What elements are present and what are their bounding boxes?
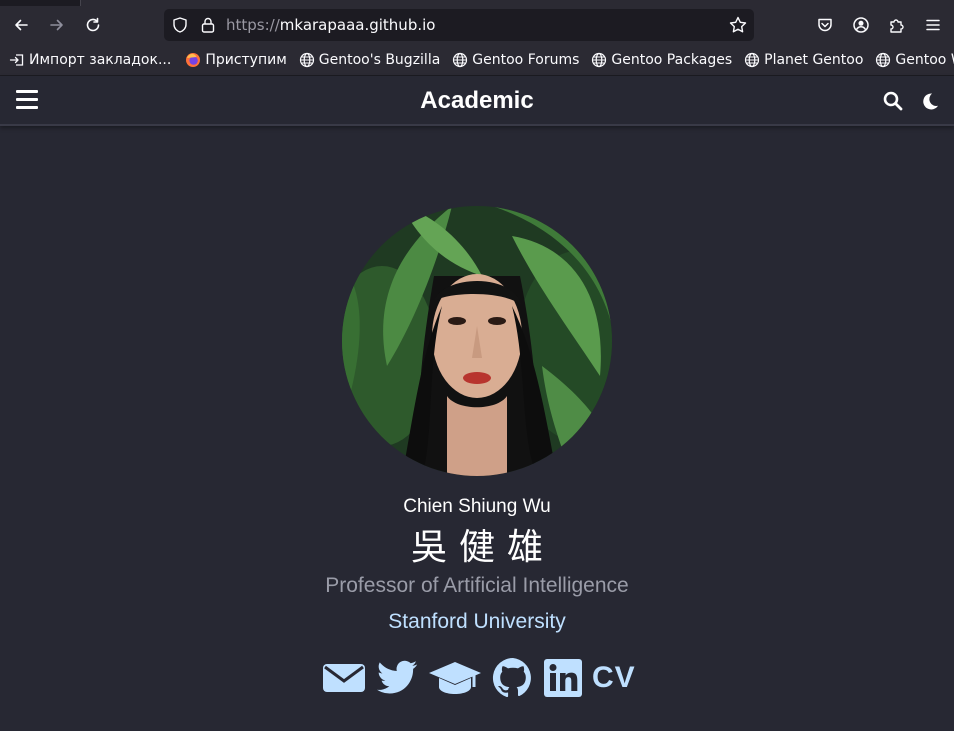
extensions-button[interactable] bbox=[882, 10, 912, 40]
menu-icon bbox=[926, 19, 940, 31]
profile-name: Chien Shiung Wu bbox=[403, 496, 551, 517]
bookmark-label: Импорт закладок... bbox=[29, 51, 172, 68]
globe-icon bbox=[591, 52, 607, 68]
shield-icon[interactable] bbox=[171, 16, 189, 34]
bookmark-label: Gentoo Forums bbox=[472, 51, 580, 68]
linkedin-icon bbox=[544, 659, 582, 697]
globe-icon bbox=[299, 52, 315, 68]
globe-icon bbox=[452, 52, 468, 68]
reload-icon bbox=[86, 17, 100, 32]
puzzle-icon bbox=[890, 19, 904, 33]
profile-organization[interactable]: Stanford University bbox=[0, 610, 954, 634]
arrow-right-icon bbox=[50, 19, 63, 31]
bookmark-label: Gentoo Wiki bbox=[895, 51, 954, 68]
twitter-link[interactable] bbox=[376, 656, 418, 700]
bookmark-gentoo-wiki[interactable]: Gentoo Wiki bbox=[875, 47, 954, 73]
moon-icon[interactable] bbox=[919, 90, 941, 112]
bookmark-get-started[interactable]: Приступим bbox=[185, 47, 292, 73]
bookmarks-toolbar: Импорт закладок... Приступим Gentoo's Bu… bbox=[0, 44, 954, 76]
avatar bbox=[342, 206, 612, 476]
bookmark-planet-gentoo[interactable]: Planet Gentoo bbox=[744, 47, 869, 73]
envelope-icon bbox=[323, 664, 365, 692]
pocket-button[interactable] bbox=[810, 10, 840, 40]
profile-name-chinese: 吳健雄 bbox=[410, 527, 555, 568]
bookmark-import[interactable]: Импорт закладок... bbox=[9, 47, 177, 73]
profile-role: Professor of Artificial Intelligence bbox=[325, 574, 629, 597]
email-link[interactable] bbox=[322, 656, 366, 700]
url-host: mkarapaaa.github.io bbox=[279, 16, 436, 34]
bookmark-label: Приступим bbox=[205, 51, 287, 68]
bookmark-gentoo-packages[interactable]: Gentoo Packages bbox=[591, 47, 738, 73]
portrait-photo bbox=[342, 206, 612, 476]
social-links: CV bbox=[322, 656, 636, 700]
bookmark-star-icon[interactable] bbox=[728, 15, 748, 35]
url-bar[interactable]: https://mkarapaaa.github.io bbox=[164, 9, 754, 41]
bookmark-gentoo-bugzilla[interactable]: Gentoo's Bugzilla bbox=[299, 47, 447, 73]
reload-button[interactable] bbox=[78, 10, 108, 40]
account-icon bbox=[853, 17, 869, 33]
pocket-icon bbox=[818, 18, 832, 32]
twitter-icon bbox=[377, 660, 418, 694]
arrow-left-icon bbox=[15, 19, 28, 31]
account-button[interactable] bbox=[846, 10, 876, 40]
forward-button[interactable] bbox=[42, 10, 72, 40]
google-scholar-link[interactable] bbox=[428, 656, 482, 700]
site-title[interactable]: Academic bbox=[0, 87, 954, 115]
bookmark-label: Planet Gentoo bbox=[764, 51, 864, 68]
cv-link[interactable]: CV bbox=[592, 656, 636, 700]
graduation-cap-icon bbox=[429, 662, 481, 694]
bookmark-label: Gentoo Packages bbox=[611, 51, 733, 68]
import-icon bbox=[9, 52, 25, 68]
menu-button[interactable] bbox=[918, 10, 948, 40]
cv-icon: CV bbox=[592, 661, 636, 694]
search-icon[interactable] bbox=[882, 90, 904, 112]
linkedin-link[interactable] bbox=[544, 656, 582, 700]
site-navbar: Academic bbox=[0, 76, 954, 126]
back-button[interactable] bbox=[6, 10, 36, 40]
lock-icon[interactable] bbox=[199, 16, 217, 34]
globe-icon bbox=[744, 52, 760, 68]
url-text[interactable]: https://mkarapaaa.github.io bbox=[226, 16, 435, 34]
globe-icon bbox=[875, 52, 891, 68]
browser-toolbar: https://mkarapaaa.github.io bbox=[0, 6, 954, 44]
github-icon bbox=[492, 657, 531, 698]
bookmark-gentoo-forums[interactable]: Gentoo Forums bbox=[452, 47, 585, 73]
url-protocol: https:// bbox=[226, 16, 280, 34]
firefox-icon bbox=[185, 52, 201, 68]
bookmark-label: Gentoo's Bugzilla bbox=[318, 51, 441, 68]
github-link[interactable] bbox=[492, 656, 534, 700]
